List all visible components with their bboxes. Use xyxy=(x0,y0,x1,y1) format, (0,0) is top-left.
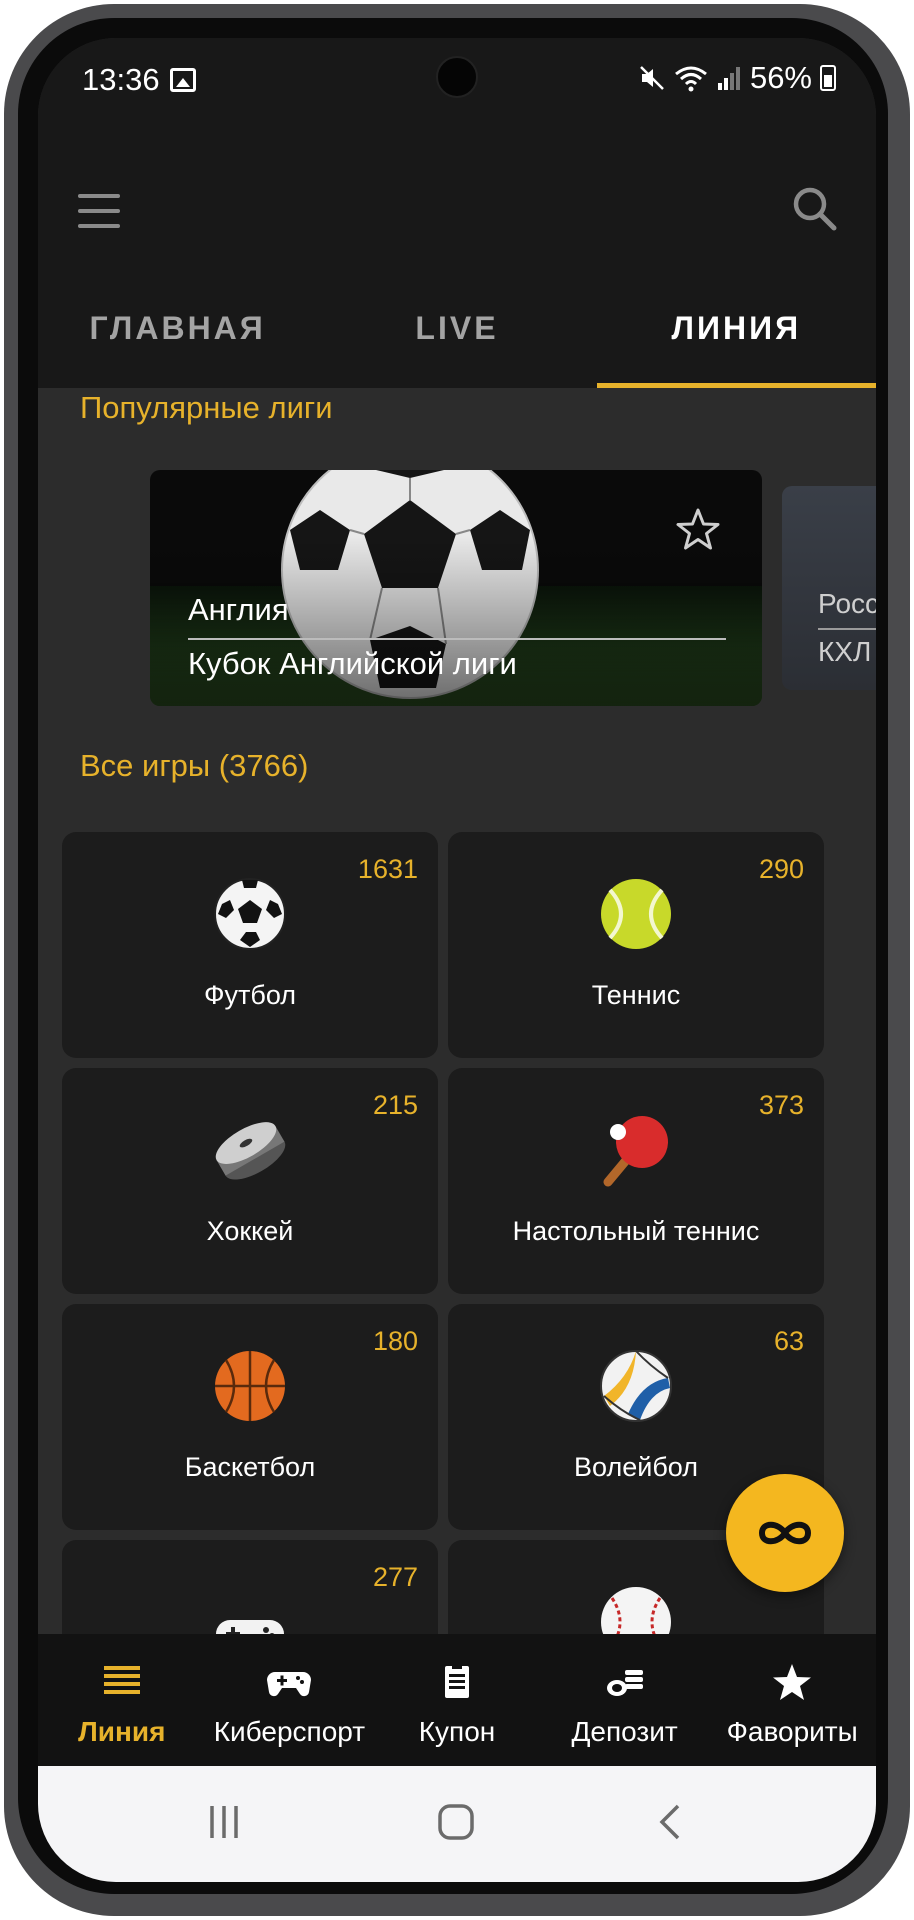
league-divider xyxy=(188,638,726,640)
nav-label: Киберспорт xyxy=(213,1716,366,1747)
sport-name: Настольный теннис xyxy=(512,1216,760,1246)
tennis-ball-icon xyxy=(601,879,671,949)
hamburger-menu-icon[interactable] xyxy=(78,194,120,228)
league-card-england[interactable]: Англия Кубок Английской лиги xyxy=(150,470,762,706)
sport-count: 1631 xyxy=(357,854,418,884)
coupon-icon xyxy=(444,1664,469,1698)
star-outline-icon[interactable] xyxy=(674,506,722,554)
hockey-puck-icon xyxy=(215,1122,286,1180)
status-bar: 13:36 56% xyxy=(38,38,876,118)
tab-live[interactable]: LIVE xyxy=(317,288,596,388)
sport-count: 373 xyxy=(758,1090,804,1120)
search-icon[interactable] xyxy=(790,184,840,234)
app-screen: 13:36 56% ГЛАВНАЯ LIVE ЛИНИЯ Популярные … xyxy=(38,38,876,1882)
nav-item-deposit[interactable]: Депозит xyxy=(541,1634,709,1766)
sport-count: 63 xyxy=(773,1326,804,1356)
sport-name: Хоккей xyxy=(206,1216,294,1246)
sport-name: Баскетбол xyxy=(184,1452,316,1482)
popular-leagues-title: Популярные лиги xyxy=(80,390,333,425)
recent-apps-icon[interactable] xyxy=(204,1802,244,1842)
coins-icon xyxy=(606,1670,643,1696)
gamepad-icon xyxy=(267,1672,312,1697)
infinity-icon xyxy=(758,1521,812,1545)
tab-line[interactable]: ЛИНИЯ xyxy=(596,288,876,388)
app-header: ГЛАВНАЯ LIVE ЛИНИЯ xyxy=(38,118,876,388)
sport-card-basketball[interactable]: 180 Баскетбол xyxy=(62,1304,438,1530)
battery-icon xyxy=(820,65,836,91)
soccer-ball-icon xyxy=(214,878,286,950)
sport-count: 290 xyxy=(758,854,804,884)
sport-count: 180 xyxy=(372,1326,418,1356)
signal-icon xyxy=(717,67,740,90)
tab-main[interactable]: ГЛАВНАЯ xyxy=(38,288,317,388)
home-icon[interactable] xyxy=(436,1802,476,1842)
sport-card-football[interactable]: 1631 Футбол xyxy=(62,832,438,1058)
nav-label: Фавориты xyxy=(726,1716,858,1747)
sport-card-table-tennis[interactable]: 373 Настольный теннис xyxy=(448,1068,824,1294)
basketball-icon xyxy=(215,1351,285,1421)
league-country: Росс xyxy=(818,588,876,619)
sport-card-tennis[interactable]: 290 Теннис xyxy=(448,832,824,1058)
league-name: КХЛ xyxy=(818,636,872,667)
front-camera xyxy=(436,56,478,98)
nav-label: Линия xyxy=(78,1716,166,1747)
system-navigation-bar xyxy=(38,1766,876,1882)
league-country: Англия xyxy=(188,592,289,627)
volleyball-icon xyxy=(600,1350,672,1422)
back-icon[interactable] xyxy=(650,1802,690,1842)
sport-name: Футбол xyxy=(203,980,297,1010)
battery-percent: 56% xyxy=(749,60,812,95)
league-card-russia[interactable]: Росс КХЛ xyxy=(782,486,876,690)
sport-card-hockey[interactable]: 215 Хоккей xyxy=(62,1068,438,1294)
all-games-title: Все игры (3766) xyxy=(80,748,309,783)
nav-item-esports[interactable]: Киберспорт xyxy=(206,1634,374,1766)
ping-pong-icon xyxy=(603,1116,668,1187)
infinity-fab-button[interactable] xyxy=(726,1474,844,1592)
list-icon xyxy=(103,1666,140,1694)
nav-label: Депозит xyxy=(571,1716,678,1747)
status-indicators: 56% xyxy=(638,60,836,96)
mute-icon xyxy=(640,66,664,90)
league-divider xyxy=(818,628,876,630)
star-icon xyxy=(773,1664,812,1700)
nav-item-line[interactable]: Линия xyxy=(38,1634,206,1766)
nav-label: Купон xyxy=(418,1716,496,1747)
bottom-nav: Линия Киберспорт Купон Депозит Фавориты xyxy=(38,1634,876,1766)
sport-count: 277 xyxy=(372,1562,418,1592)
nav-item-coupon[interactable]: Купон xyxy=(373,1634,541,1766)
sport-name: Теннис xyxy=(591,980,681,1010)
league-name: Кубок Английской лиги xyxy=(188,646,517,681)
gallery-icon xyxy=(170,68,196,92)
wifi-icon xyxy=(675,66,707,92)
nav-item-favorites[interactable]: Фавориты xyxy=(708,1634,876,1766)
sport-count: 215 xyxy=(372,1090,418,1120)
status-time: 13:36 xyxy=(82,62,160,97)
main-tabs: ГЛАВНАЯ LIVE ЛИНИЯ xyxy=(38,288,876,388)
